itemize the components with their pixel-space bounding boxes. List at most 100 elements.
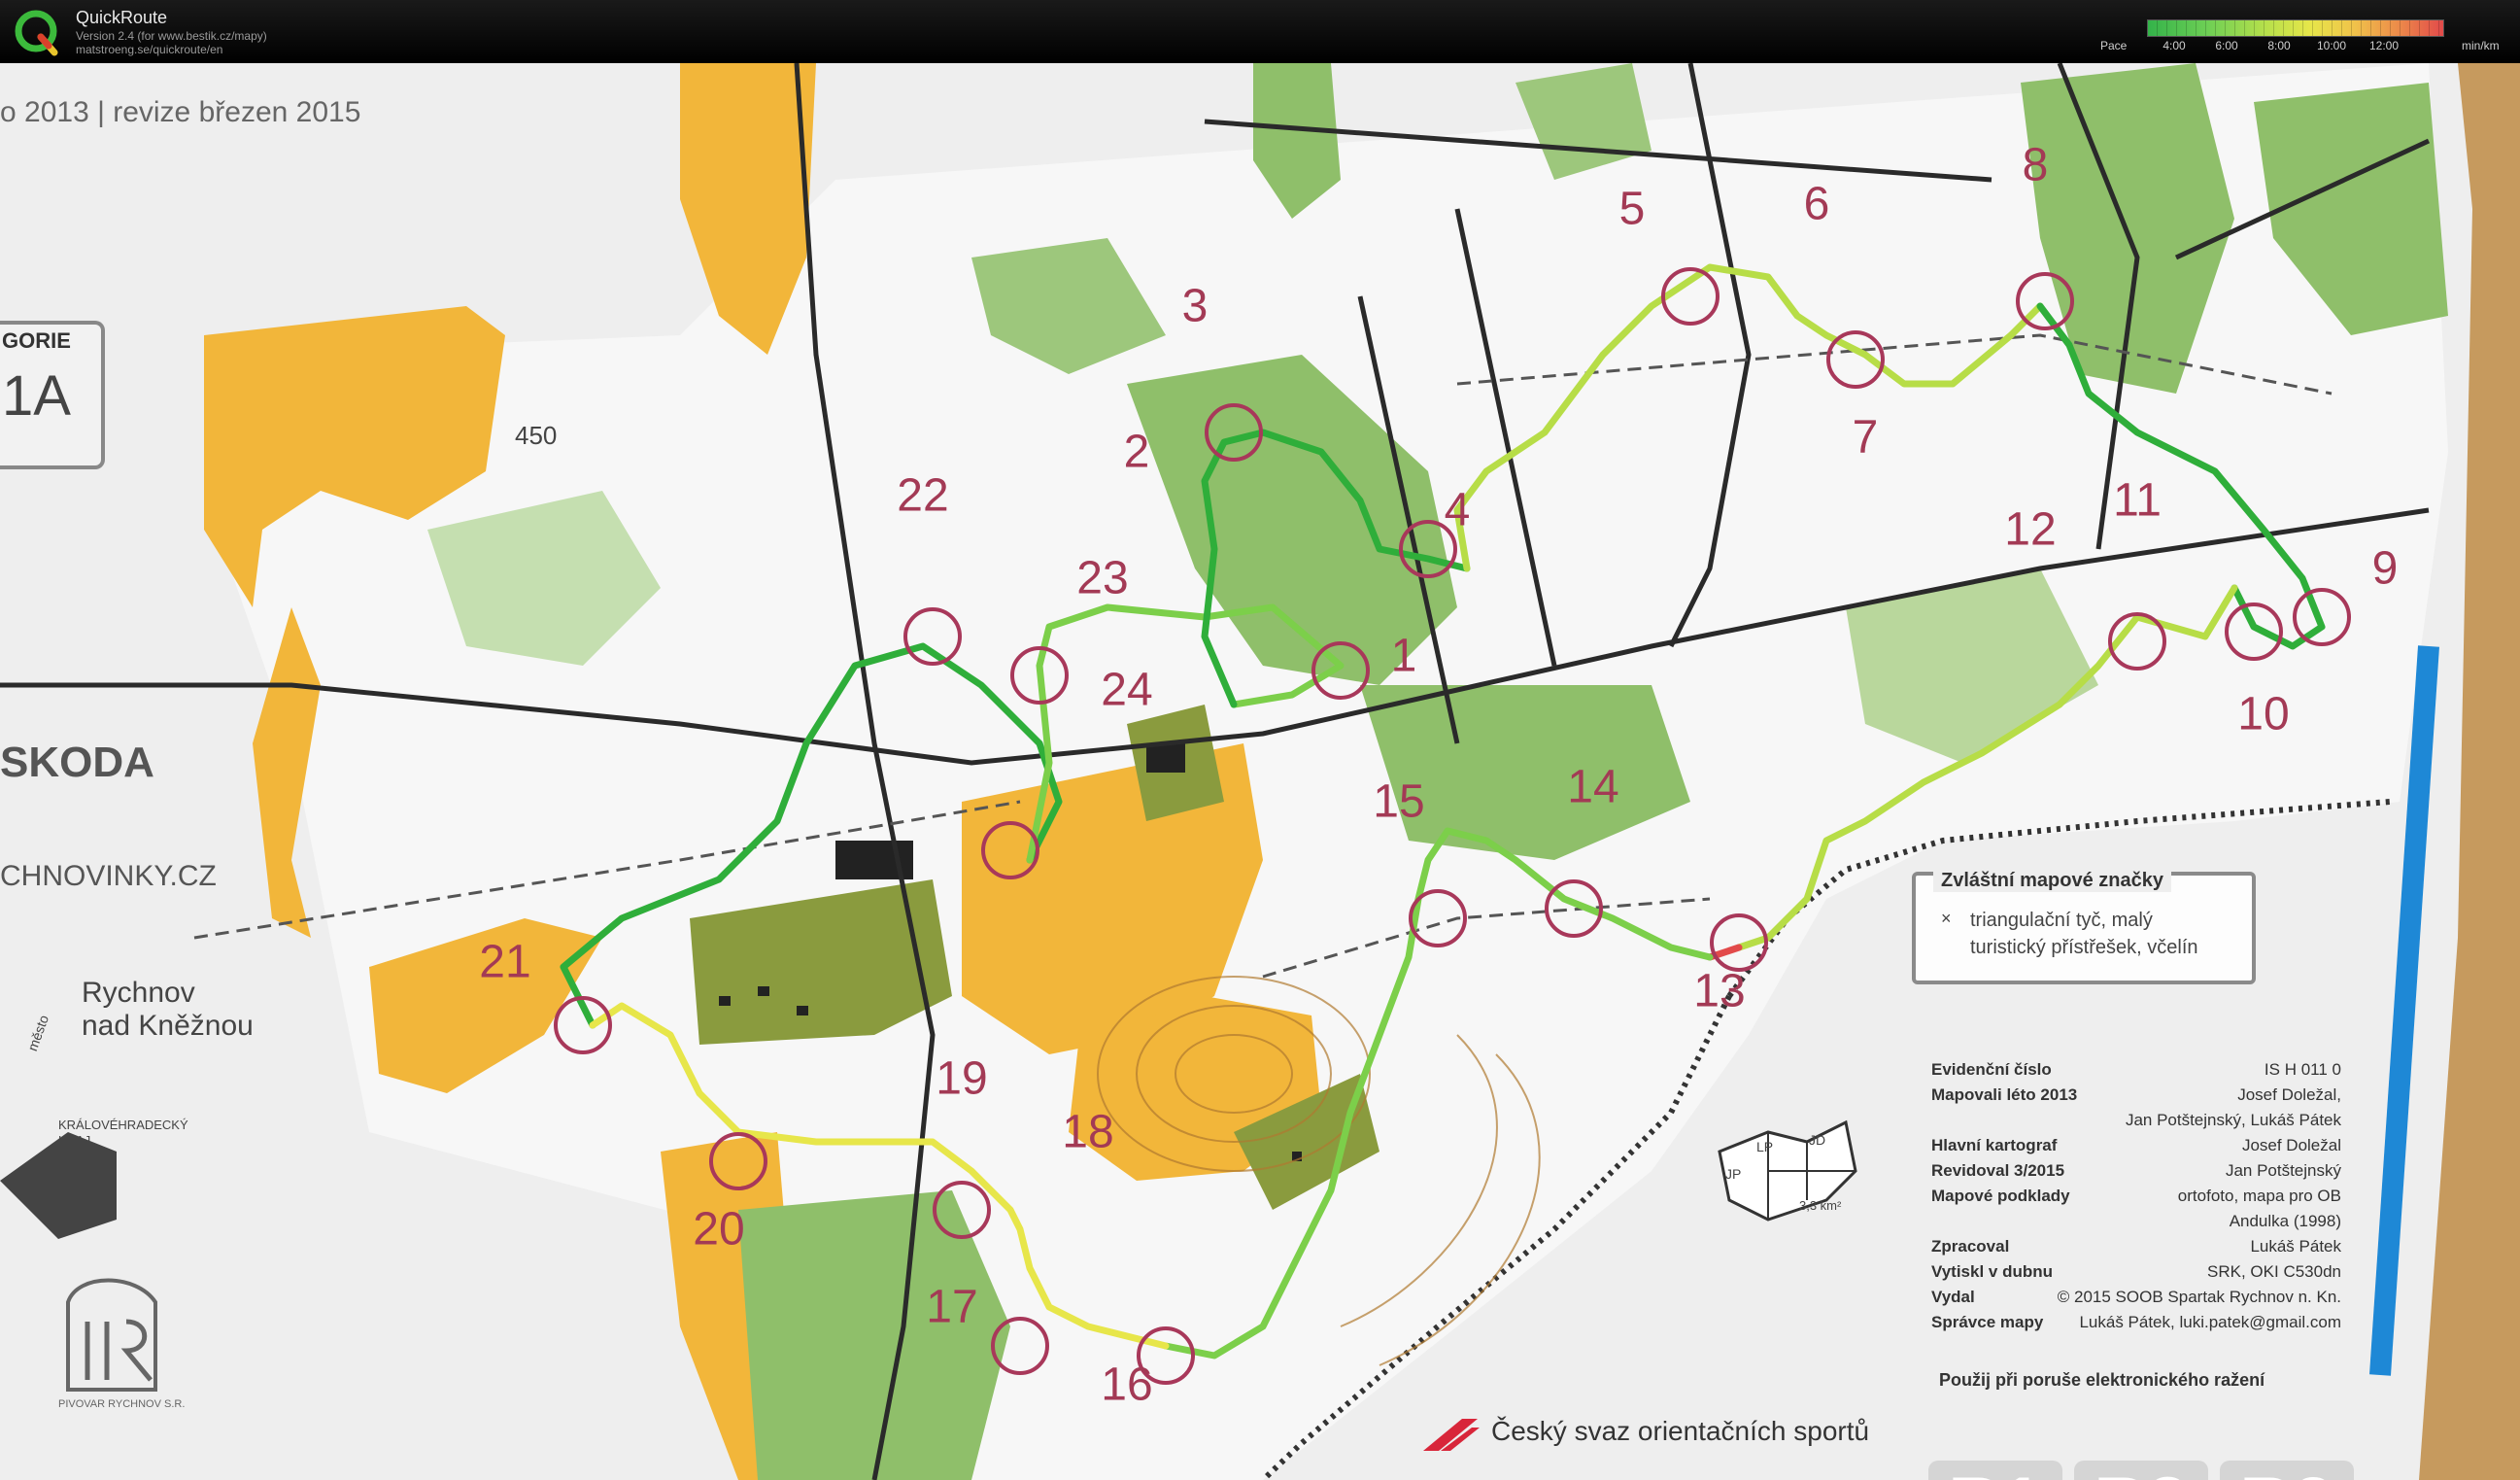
app-url: matstroeng.se/quickroute/en [76, 43, 223, 56]
area-size: 3,3 km² [1799, 1198, 1842, 1213]
info-value: Jan Potštejnský, Lukáš Pátek [2125, 1111, 2341, 1129]
info-row: Správce mapy Lukáš Pátek, luki.patek@gmai… [1924, 1313, 2341, 1336]
control-label: 22 [897, 469, 949, 522]
quickroute-logo-icon [15, 10, 58, 56]
control-label: 10 [2237, 688, 2290, 740]
pace-tick: 10:00 [2316, 39, 2347, 52]
pace-legend-title: Pace [2100, 39, 2128, 52]
control-label: 9 [2371, 542, 2399, 595]
triangulation-icon: × [1941, 909, 1952, 928]
version-number: Version 2.4 [76, 29, 135, 43]
category-label: GORIE [2, 328, 71, 353]
info-value: Lukáš Pátek, luki.patek@gmail.com [2079, 1313, 2341, 1331]
info-key: Zpracoval [1931, 1237, 2010, 1256]
control-label: 18 [1062, 1106, 1114, 1158]
info-row: Zpracoval Lukáš Pátek [1924, 1237, 2341, 1260]
info-row: Andulka (1998) [1924, 1212, 2341, 1235]
info-row: Hlavní kartograf Josef Doležal [1924, 1136, 2341, 1159]
pace-legend: Pace 4:00 6:00 8:00 10:00 12:00 min/km [2098, 17, 2506, 56]
title-bar: QuickRoute Version 2.4 (for www.bestik.c… [0, 0, 2520, 64]
reserve-box-r2: R2 [2074, 1461, 2208, 1480]
control-label: 16 [1101, 1359, 1153, 1411]
info-row: Mapovali léto 2013 Josef Doležal, [1924, 1085, 2341, 1109]
info-key: Revidoval 3/2015 [1931, 1161, 2065, 1180]
legend-description: triangulační tyč, malý turistický přístř… [1970, 910, 2198, 958]
control-label: 24 [1101, 664, 1153, 716]
app-version: Version 2.4 (for www.bestik.cz/mapy) [76, 29, 267, 43]
sponsor-news: CHNOVINKY.CZ [0, 860, 217, 892]
category-box: GORIE 1A [0, 321, 105, 469]
info-key: Vytiskl v dubnu [1931, 1262, 2054, 1281]
brewery-logo-icon [66, 1278, 157, 1392]
control-label: 8 [2022, 139, 2049, 191]
info-row: Jan Potštejnský, Lukáš Pátek [1924, 1111, 2341, 1134]
version-note: (for www.bestik.cz/mapy) [137, 29, 267, 43]
control-label: 15 [1373, 775, 1425, 828]
control-label: 21 [479, 936, 531, 988]
info-key: Vydal [1931, 1288, 1975, 1306]
control-label: 14 [1567, 761, 1619, 813]
pace-color-scale [2147, 19, 2444, 37]
reserve-box-r3: R3 [2220, 1461, 2354, 1480]
federation-logo-icon [1423, 1419, 1480, 1451]
control-label: 3 [1181, 280, 1209, 332]
info-key: Mapovali léto 2013 [1931, 1085, 2078, 1104]
info-key: Správce mapy [1931, 1313, 2044, 1331]
pace-tick: 12:00 [2368, 39, 2400, 52]
control-label: 6 [1803, 178, 1830, 230]
control-label: 11 [2113, 474, 2162, 527]
area-label-jp: JP [1725, 1166, 1742, 1182]
info-key: Hlavní kartograf [1931, 1136, 2058, 1154]
city-name-line1: Rychnov [82, 977, 195, 1009]
category-value: 1A [2, 364, 71, 428]
info-row: Vydal © 2015 SOOB Spartak Rychnov n. Kn. [1924, 1288, 2341, 1311]
region-arrow-icon [0, 1132, 117, 1239]
special-symbols-legend: Zvláštní mapové značky × triangulační ty… [1912, 870, 2256, 984]
pace-tick: 8:00 [2267, 39, 2291, 52]
elevation-label: 450 [515, 421, 558, 450]
city-name-line2: nad Kněžnou [82, 1010, 254, 1042]
sponsor-city: Rychnov nad Kněžnou [82, 977, 254, 1043]
map-header-text: o 2013 | revize březen 2015 [0, 96, 361, 128]
info-value: ortofoto, mapa pro OB [2177, 1187, 2341, 1205]
control-label: 4 [1444, 484, 1471, 536]
info-value: Jan Potštejnský [2225, 1161, 2341, 1180]
map-canvas[interactable]: 1 2 3 4 5 6 7 8 9 10 11 12 13 14 15 16 1… [0, 63, 2520, 1480]
info-row: Vytiskl v dubnu SRK, OKI C530dn [1924, 1262, 2341, 1286]
info-row: Evidenční číslo IS H 011 0 [1924, 1060, 2341, 1084]
info-value: Josef Doležal, [2237, 1085, 2341, 1104]
brewery-logo-text: PIVOVAR RYCHNOV S.R. [58, 1398, 186, 1410]
control-label: 1 [1390, 630, 1417, 682]
info-row: Mapové podklady ortofoto, mapa pro OB [1924, 1187, 2341, 1210]
control-label: 2 [1123, 426, 1150, 478]
legend-title: Zvláštní mapové značky [1933, 870, 2171, 892]
info-value: Andulka (1998) [2229, 1212, 2341, 1230]
federation-name: Český svaz orientačních sportů [1491, 1416, 1870, 1446]
control-label: 19 [936, 1052, 988, 1105]
area-label-lp: LP [1756, 1139, 1774, 1154]
control-label: 20 [693, 1203, 745, 1256]
info-value: IS H 011 0 [2264, 1060, 2341, 1079]
control-label: 7 [1852, 411, 1879, 464]
info-value: SRK, OKI C530dn [2207, 1262, 2341, 1281]
info-row: Revidoval 3/2015 Jan Potštejnský [1924, 1161, 2341, 1185]
pace-tick: 6:00 [2215, 39, 2238, 52]
info-key: Evidenční číslo [1931, 1060, 2052, 1079]
control-label: 17 [926, 1281, 978, 1333]
info-value: Lukáš Pátek [2250, 1237, 2341, 1256]
sponsor-skoda: SKODA [0, 739, 154, 786]
pace-unit: min/km [2462, 39, 2500, 52]
app-name: QuickRoute [76, 8, 168, 27]
pace-tick: 4:00 [2162, 39, 2186, 52]
forest [738, 1190, 1010, 1480]
reserve-box-r1: R1 [1928, 1461, 2062, 1480]
control-label: 23 [1076, 552, 1129, 604]
area-label-jd: JD [1809, 1132, 1826, 1148]
control-label: 5 [1618, 183, 1646, 235]
failure-note: Použij při poruše elektronického ražení [1939, 1370, 2265, 1390]
info-key: Mapové podklady [1931, 1187, 2070, 1205]
info-value: © 2015 SOOB Spartak Rychnov n. Kn. [2057, 1288, 2341, 1306]
control-label: 13 [1693, 965, 1746, 1017]
info-value: Josef Doležal [2241, 1136, 2341, 1154]
control-label: 12 [2004, 503, 2057, 556]
